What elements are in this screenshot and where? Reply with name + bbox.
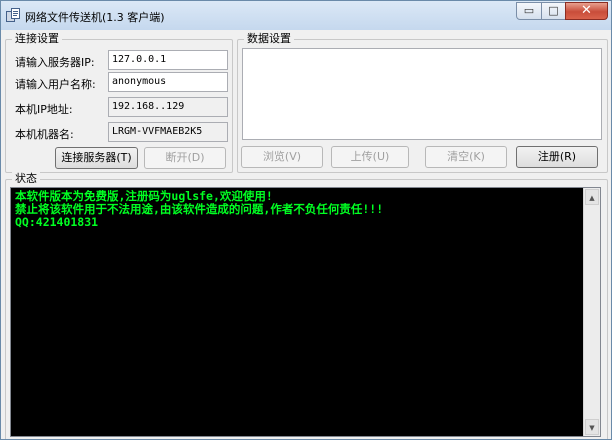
machine-name-field: LRGM-VVFMAEB2K5	[108, 122, 228, 142]
close-button[interactable]: ✕	[565, 2, 608, 20]
minimize-button[interactable]: ▭	[516, 2, 542, 20]
status-line: QQ:421401831	[15, 215, 99, 229]
scroll-up-icon[interactable]: ▲	[585, 189, 599, 205]
local-ip-label: 本机IP地址:	[15, 103, 73, 116]
scroll-down-icon[interactable]: ▼	[585, 419, 599, 435]
minimize-icon: ▭	[523, 4, 535, 17]
app-window: 网络文件传送机(1.3 客户端) ▭ □ ✕ 连接设置 请输入服务器IP: 12…	[0, 0, 612, 440]
connect-server-button[interactable]: 连接服务器(T)	[55, 147, 138, 169]
close-icon: ✕	[581, 3, 592, 18]
status-group-label: 状态	[12, 172, 40, 186]
file-list-area[interactable]	[242, 48, 602, 140]
title-bar[interactable]: 网络文件传送机(1.3 客户端) ▭ □ ✕	[1, 1, 611, 30]
user-name-label: 请输入用户名称:	[15, 78, 96, 91]
maximize-icon: □	[548, 4, 559, 17]
maximize-button[interactable]: □	[541, 2, 566, 20]
upload-button[interactable]: 上传(U)	[331, 146, 409, 168]
machine-name-label: 本机机器名:	[15, 128, 74, 141]
server-ip-label: 请输入服务器IP:	[15, 56, 95, 69]
vertical-scrollbar[interactable]: ▲ ▼	[583, 188, 600, 436]
data-settings-group-label: 数据设置	[244, 32, 294, 46]
connection-group: 连接设置 请输入服务器IP: 127.0.0.1 请输入用户名称: anonym…	[5, 32, 233, 173]
local-ip-field: 192.168..129	[108, 97, 228, 117]
app-icon	[6, 8, 20, 23]
status-log: 本软件版本为免费版,注册码为uglsfe,欢迎使用! 禁止将该软件用于不法用途,…	[15, 190, 383, 229]
clear-button[interactable]: 清空(K)	[425, 146, 507, 168]
status-console[interactable]: 本软件版本为免费版,注册码为uglsfe,欢迎使用! 禁止将该软件用于不法用途,…	[10, 187, 601, 437]
disconnect-button[interactable]: 断开(D)	[144, 147, 226, 169]
server-ip-input[interactable]: 127.0.0.1	[108, 50, 228, 70]
connection-group-label: 连接设置	[12, 32, 62, 46]
register-button[interactable]: 注册(R)	[516, 146, 598, 168]
window-title: 网络文件传送机(1.3 客户端)	[25, 11, 165, 24]
browse-button[interactable]: 浏览(V)	[241, 146, 323, 168]
user-name-input[interactable]: anonymous	[108, 72, 228, 92]
